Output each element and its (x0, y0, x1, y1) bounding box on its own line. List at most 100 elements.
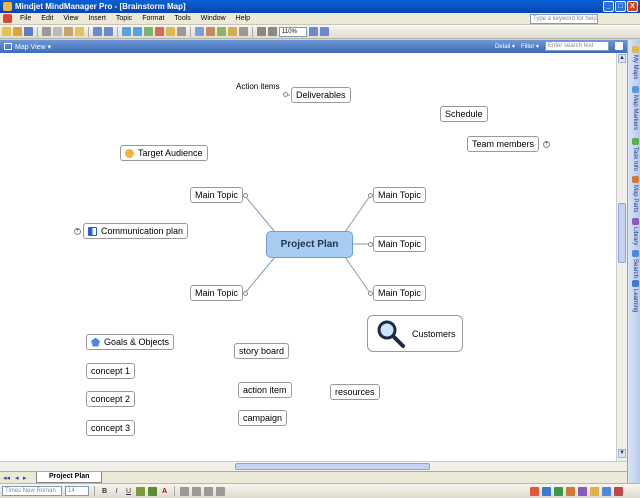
export-outlook-icon[interactable] (590, 486, 599, 496)
floating-topic-concept-2[interactable]: concept 2 (86, 391, 136, 407)
boundary-icon[interactable] (177, 27, 186, 36)
main-topic-lower-left[interactable]: Main Topic (190, 285, 243, 301)
undo-icon[interactable] (93, 27, 102, 36)
menu-edit[interactable]: Edit (36, 15, 58, 22)
floating-topic-target-audience[interactable]: Target Audience (120, 145, 208, 161)
export-word-icon[interactable] (542, 486, 551, 496)
notes-icon[interactable] (228, 27, 237, 36)
save-icon[interactable] (24, 27, 33, 36)
numbering-icon[interactable] (216, 486, 225, 496)
tab-prev-icon[interactable]: ◂ (15, 474, 19, 482)
document-icon[interactable] (3, 14, 12, 23)
floating-topic-schedule[interactable]: Schedule (440, 106, 488, 122)
floating-topic-campaign[interactable]: campaign (238, 410, 288, 426)
side-tab-map-markers[interactable]: Map Markers (629, 86, 640, 130)
minimize-button[interactable]: _ (603, 1, 614, 12)
floating-topic-concept-3[interactable]: concept 3 (86, 420, 136, 436)
horizontal-scrollbar[interactable] (0, 461, 627, 471)
italic-icon[interactable]: I (112, 488, 121, 495)
close-button[interactable]: X (627, 1, 638, 12)
fill-color-icon[interactable] (136, 486, 145, 496)
menu-insert[interactable]: Insert (83, 15, 111, 22)
side-tab-task-info[interactable]: Task Info (629, 138, 640, 171)
main-topic-lower-right[interactable]: Main Topic (373, 285, 426, 301)
map-canvas[interactable]: Project Plan Main Topic Main Topic Main … (0, 53, 616, 461)
align-icon[interactable] (192, 486, 201, 496)
tab-project-plan[interactable]: Project Plan (36, 472, 103, 483)
subtopic-action-items[interactable]: Action items (236, 82, 280, 91)
menu-tools[interactable]: Tools (169, 15, 195, 22)
tab-first-icon[interactable]: ◂◂ (3, 474, 10, 482)
detail-dropdown[interactable]: Detail ▾ (495, 43, 515, 50)
horizontal-scroll-thumb[interactable] (235, 463, 430, 470)
expand-toggle[interactable]: + (543, 141, 550, 148)
floating-topic-story-board[interactable]: story board (234, 343, 290, 359)
zoom-out-icon[interactable] (268, 27, 277, 36)
floating-topic-customers[interactable]: Customers (367, 315, 463, 352)
binoculars-icon[interactable] (615, 42, 623, 50)
menu-help[interactable]: Help (231, 15, 255, 22)
menu-topic[interactable]: Topic (111, 15, 137, 22)
floating-topic-goals[interactable]: Goals & Objects (86, 334, 175, 350)
side-tab-search[interactable]: Search (629, 250, 640, 278)
export-image-icon[interactable] (614, 486, 623, 496)
zoom-in-icon[interactable] (257, 27, 266, 36)
maximize-button[interactable]: □ (615, 1, 626, 12)
sort-icon[interactable] (204, 486, 213, 496)
open-icon[interactable] (13, 27, 22, 36)
main-topic-right[interactable]: Main Topic (373, 236, 426, 252)
format-painter-icon[interactable] (75, 27, 84, 36)
line-color-icon[interactable] (148, 486, 157, 496)
export-web-icon[interactable] (602, 486, 611, 496)
floating-topic-communication-plan[interactable]: Communication plan (83, 223, 189, 239)
floating-topic-concept-1[interactable]: concept 1 (86, 363, 136, 379)
map-search-input[interactable]: Enter search text (545, 41, 609, 51)
floating-topic-team-members[interactable]: Team members (467, 136, 540, 152)
menu-view[interactable]: View (58, 15, 83, 22)
cut-icon[interactable] (42, 27, 51, 36)
font-name-select[interactable]: Times New Roman (2, 486, 62, 496)
redo-icon[interactable] (104, 27, 113, 36)
vertical-scroll-thumb[interactable] (618, 203, 626, 263)
floating-topic-icon[interactable] (144, 27, 153, 36)
layout-icon[interactable] (320, 27, 329, 36)
fit-map-icon[interactable] (309, 27, 318, 36)
export-powerpoint-icon[interactable] (566, 486, 575, 496)
menu-file[interactable]: File (15, 15, 36, 22)
menu-format[interactable]: Format (137, 15, 169, 22)
scroll-down-icon[interactable]: ▼ (618, 449, 626, 458)
copy-icon[interactable] (53, 27, 62, 36)
floating-topic-resources[interactable]: resources (330, 384, 380, 400)
callout-icon[interactable] (166, 27, 175, 36)
main-topic-upper-left[interactable]: Main Topic (190, 187, 243, 203)
export-pdf-icon[interactable] (530, 486, 539, 496)
attachment-icon[interactable] (206, 27, 215, 36)
scroll-up-icon[interactable]: ▲ (618, 54, 626, 63)
underline-icon[interactable]: U (124, 488, 133, 495)
vertical-scrollbar[interactable]: ▲ ▼ (616, 53, 627, 461)
floating-topic-deliverables[interactable]: Deliverables (291, 87, 351, 103)
menu-window[interactable]: Window (196, 15, 231, 22)
side-tab-map-parts[interactable]: Map Parts (629, 176, 640, 212)
bold-icon[interactable]: B (100, 488, 109, 495)
expand-toggle[interactable]: + (74, 228, 81, 235)
export-project-icon[interactable] (578, 486, 587, 496)
export-excel-icon[interactable] (554, 486, 563, 496)
map-view-title[interactable]: Map View ▾ (15, 43, 51, 51)
side-tab-library[interactable]: Library (629, 218, 640, 245)
font-size-select[interactable]: 14 (65, 486, 89, 496)
insert-topic-icon[interactable] (122, 27, 131, 36)
new-map-icon[interactable] (2, 27, 11, 36)
central-topic[interactable]: Project Plan (266, 231, 353, 258)
tab-next-icon[interactable]: ▸ (23, 474, 27, 482)
main-topic-upper-right[interactable]: Main Topic (373, 187, 426, 203)
side-tab-learning[interactable]: Learning (629, 280, 640, 312)
help-search-input[interactable]: Type a keyword for help (530, 14, 598, 24)
font-color-icon[interactable]: A (160, 488, 169, 495)
hyperlink-icon[interactable] (195, 27, 204, 36)
image-icon[interactable] (217, 27, 226, 36)
floating-topic-action-item[interactable]: action item (238, 382, 292, 398)
zoom-select[interactable]: 110% (279, 26, 307, 37)
filter-dropdown[interactable]: Filter ▾ (521, 43, 539, 50)
table-icon[interactable] (239, 27, 248, 36)
